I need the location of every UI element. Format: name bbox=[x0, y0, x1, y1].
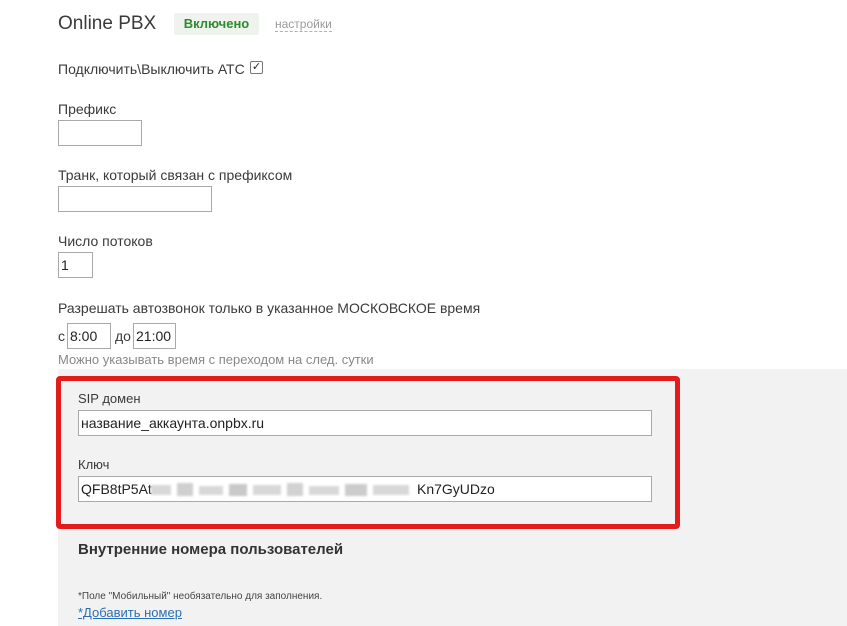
pbx-toggle-checkbox[interactable]: ✓ bbox=[250, 61, 263, 74]
time-window-label: Разрешать автозвонок только в указанное … bbox=[58, 300, 481, 316]
trunk-label: Транк, который связан с префиксом bbox=[58, 167, 293, 183]
time-to-input[interactable] bbox=[133, 323, 176, 349]
time-from-label: с bbox=[58, 328, 65, 344]
trunk-input[interactable] bbox=[58, 186, 212, 212]
mobile-field-footnote: *Поле "Мобильный" необязательно для запо… bbox=[78, 591, 323, 602]
threads-label: Число потоков bbox=[58, 233, 153, 249]
internal-numbers-heading: Внутренние номера пользователей bbox=[78, 541, 344, 558]
status-badge: Включено bbox=[174, 13, 259, 35]
threads-input[interactable] bbox=[58, 252, 93, 278]
prefix-input[interactable] bbox=[58, 120, 142, 146]
time-hint: Можно указывать время с переходом на сле… bbox=[58, 352, 374, 367]
add-number-link[interactable]: *Добавить номер bbox=[78, 605, 182, 620]
time-to-label: до bbox=[115, 328, 131, 344]
prefix-label: Префикс bbox=[58, 101, 117, 117]
time-from-input[interactable] bbox=[67, 323, 111, 349]
settings-link[interactable]: настройки bbox=[275, 17, 332, 32]
highlight-frame bbox=[56, 376, 680, 529]
pbx-toggle-label: Подключить\Выключить АТС bbox=[58, 61, 245, 77]
page-title: Online PBX bbox=[58, 13, 157, 34]
